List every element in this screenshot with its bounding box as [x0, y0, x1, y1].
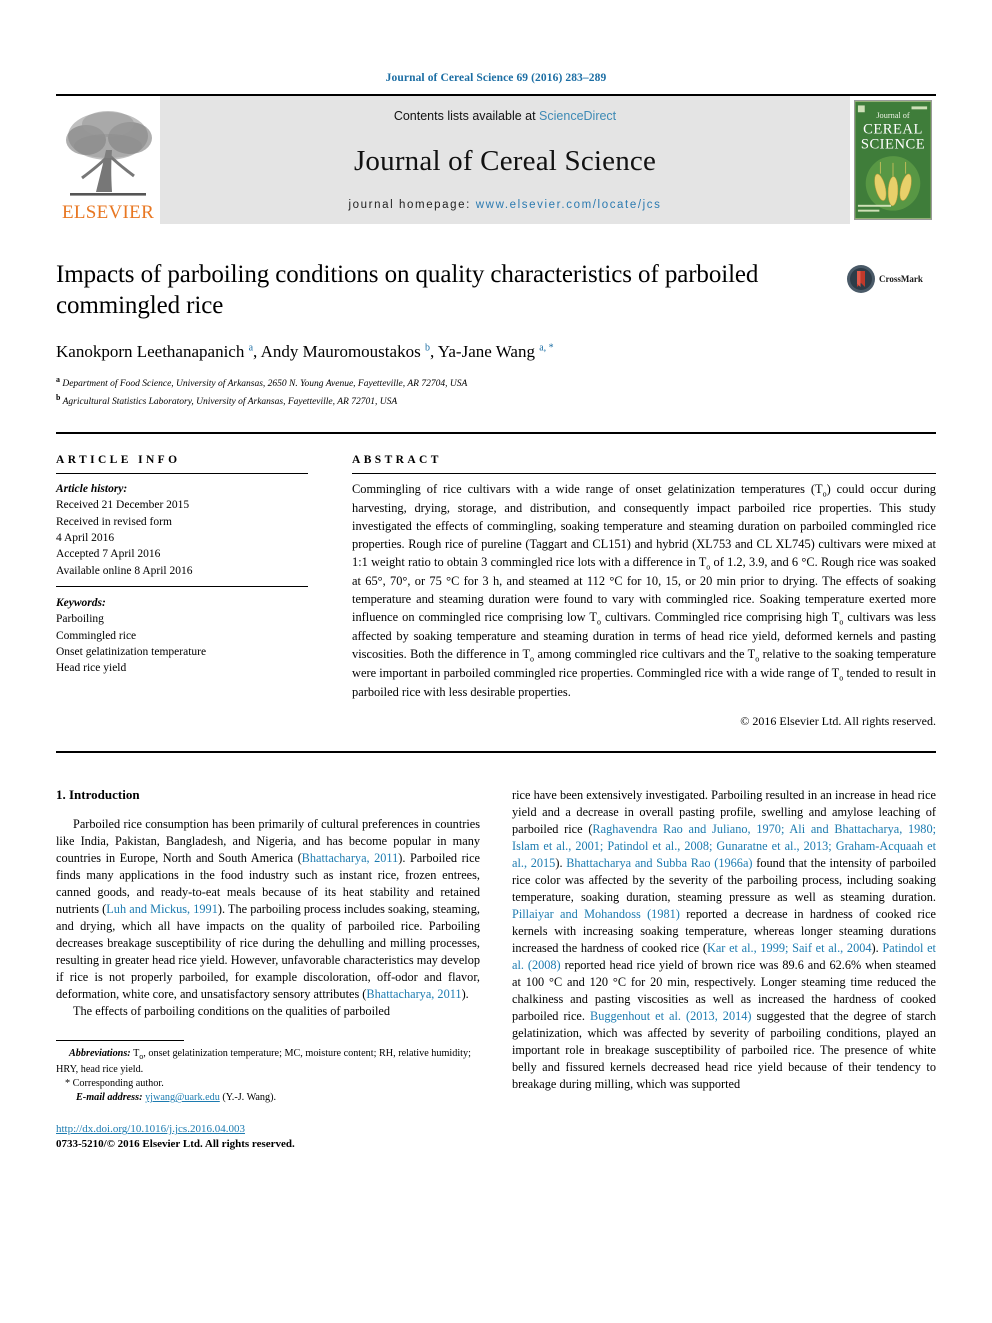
- contents-prefix: Contents lists available at: [393, 109, 540, 123]
- affiliation-b-text: Agricultural Statistics Laboratory, Univ…: [62, 397, 398, 408]
- corresponding-author-footnote: * Corresponding author.: [56, 1077, 480, 1091]
- intro-paragraph-right: rice have been extensively investigated.…: [512, 788, 937, 1092]
- journal-homepage-line: journal homepage: www.elsevier.com/locat…: [349, 199, 662, 211]
- section-heading-introduction: 1. Introduction: [56, 787, 140, 803]
- abbreviations-footnote: Abbreviations: To, onset gelatinization …: [56, 1047, 480, 1077]
- abstract-copyright: © 2016 Elsevier Ltd. All rights reserved…: [740, 714, 936, 729]
- svg-text:SCIENCE: SCIENCE: [861, 136, 925, 152]
- article-info-label: ARTICLE INFO: [56, 453, 181, 466]
- body-columns: 1. Introduction Parboiled rice consumpti…: [56, 787, 936, 1150]
- affiliations: a Department of Food Science, University…: [56, 374, 832, 410]
- journal-title: Journal of Cereal Science: [353, 144, 657, 177]
- corresponding-author-text: Corresponding author.: [72, 1077, 164, 1089]
- email-suffix: (Y.-J. Wang).: [219, 1092, 277, 1104]
- svg-text:CEREAL: CEREAL: [863, 122, 923, 138]
- intro-paragraph-1: Parboiled rice consumption has been prim…: [56, 817, 481, 1002]
- svg-text:Journal of: Journal of: [876, 111, 910, 120]
- issn-copyright-line: 0733-5210/© 2016 Elsevier Ltd. All right…: [56, 1138, 295, 1151]
- homepage-prefix: journal homepage:: [348, 199, 476, 211]
- crossmark-label: CrossMark: [879, 274, 923, 284]
- doi-block: http://dx.doi.org/10.1016/j.jcs.2016.04.…: [56, 1119, 480, 1150]
- body-column-left: 1. Introduction Parboiled rice consumpti…: [56, 787, 480, 1150]
- body-column-right: rice have been extensively investigated.…: [512, 787, 936, 1150]
- email-footnote: E-mail address: yjwang@uark.edu (Y.-J. W…: [56, 1091, 480, 1105]
- affiliation-b: b Agricultural Statistics Laboratory, Un…: [56, 393, 398, 408]
- journal-cover-thumbnail: Journal of CEREAL SCIENCE: [850, 96, 936, 224]
- affiliation-a: a Department of Food Science, University…: [56, 375, 468, 390]
- paper-page: Journal of Cereal Science 69 (2016) 283–…: [0, 0, 992, 1323]
- keyword-item: Commingled rice: [56, 629, 137, 642]
- intro-paragraph-2: The effects of parboiling conditions on …: [73, 1004, 391, 1019]
- running-head: Journal of Cereal Science 69 (2016) 283–…: [385, 72, 607, 84]
- keywords-block: Keywords: Parboiling Commingled rice Ons…: [56, 595, 308, 677]
- masthead-band: Contents lists available at ScienceDirec…: [160, 96, 850, 224]
- doi-link[interactable]: http://dx.doi.org/10.1016/j.jcs.2016.04.…: [56, 1123, 245, 1135]
- cover-artwork: Journal of CEREAL SCIENCE: [854, 100, 932, 220]
- elsevier-tree-icon: [62, 106, 154, 202]
- article-info-column: ARTICLE INFO Article history: Received 2…: [56, 454, 352, 729]
- keywords-rule: [56, 585, 308, 587]
- elsevier-logo: ELSEVIER: [56, 96, 160, 224]
- divider-below-abstract: [56, 751, 936, 754]
- keywords-heading: Keywords:: [56, 596, 106, 609]
- title-block: Impacts of parboiling conditions on qual…: [56, 260, 936, 410]
- asterisk-icon: *: [65, 1077, 71, 1089]
- author-list: Kanokporn Leethanapanich a, Andy Mauromo…: [56, 342, 554, 361]
- article-history-heading: Article history:: [56, 482, 128, 495]
- abstract-text: Commingling of rice cultivars with a wid…: [352, 481, 937, 700]
- elsevier-wordmark: ELSEVIER: [61, 202, 155, 223]
- footnote-divider: [56, 1040, 184, 1042]
- history-item: Received in revised form: [56, 515, 172, 528]
- crossmark-icon: [847, 265, 875, 293]
- page-title: Impacts of parboiling conditions on qual…: [56, 261, 759, 319]
- info-abstract-section: ARTICLE INFO Article history: Received 2…: [56, 454, 936, 729]
- sciencedirect-link[interactable]: ScienceDirect: [539, 109, 616, 123]
- history-item: Accepted 7 April 2016: [56, 548, 161, 561]
- abstract-column: ABSTRACT Commingling of rice cultivars w…: [352, 454, 936, 729]
- contents-line: Contents lists available at ScienceDirec…: [394, 109, 616, 123]
- email-link[interactable]: yjwang@uark.edu: [145, 1092, 220, 1103]
- keyword-item: Onset gelatinization temperature: [56, 645, 207, 658]
- history-item: Available online 8 April 2016: [56, 564, 193, 577]
- footnotes: Abbreviations: To, onset gelatinization …: [56, 1034, 480, 1150]
- keyword-item: Head rice yield: [56, 662, 127, 675]
- history-item: 4 April 2016: [56, 531, 115, 544]
- journal-masthead: ELSEVIER Contents lists available at Sci…: [56, 94, 936, 224]
- abbreviations-heading: Abbreviations:: [69, 1048, 131, 1060]
- article-history: Article history: Received 21 December 20…: [56, 481, 308, 579]
- abstract-label: ABSTRACT: [352, 453, 442, 466]
- history-item: Received 21 December 2015: [56, 499, 190, 512]
- homepage-url[interactable]: www.elsevier.com/locate/jcs: [476, 199, 662, 211]
- article-info-rule: [56, 472, 308, 474]
- divider-above-abstract: [56, 431, 936, 434]
- email-label: E-mail address:: [76, 1092, 143, 1104]
- abstract-rule: [352, 472, 936, 474]
- crossmark-badge[interactable]: CrossMark: [846, 264, 936, 294]
- keyword-item: Parboiling: [56, 613, 104, 626]
- affiliation-a-text: Department of Food Science, University o…: [62, 379, 468, 390]
